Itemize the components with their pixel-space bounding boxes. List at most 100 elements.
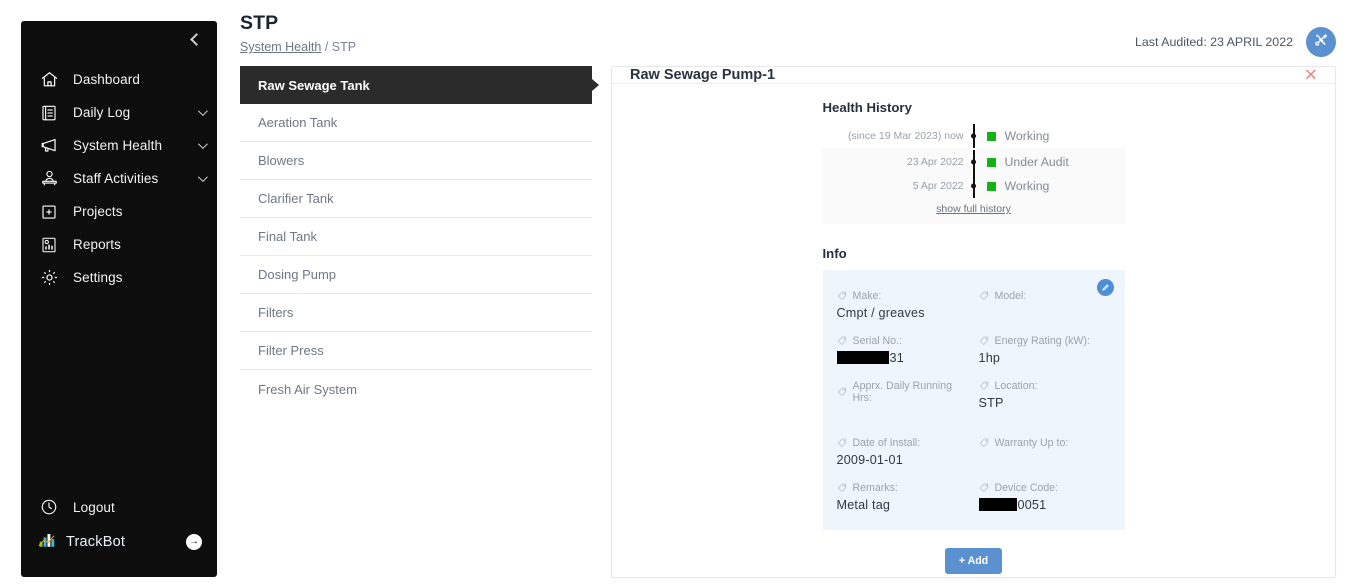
tank-list-item-label: Filter Press [258, 343, 324, 358]
tank-list-item-raw-sewage-tank[interactable]: Raw Sewage Tank [240, 66, 592, 104]
show-full-history-link[interactable]: show full history [823, 198, 1125, 215]
sidebar-footer: Logout TrackBot → [21, 489, 217, 577]
info-field-value [979, 306, 1111, 322]
tank-list-item-filters[interactable]: Filters [240, 294, 592, 332]
info-field-location: Location: STP [979, 380, 1111, 424]
info-field-value-wrap: 0051 [979, 498, 1111, 514]
tank-list-item-final-tank[interactable]: Final Tank [240, 218, 592, 256]
health-history-status: Under Audit [1005, 155, 1069, 169]
tools-button[interactable] [1306, 27, 1336, 57]
edit-info-button[interactable] [1097, 279, 1114, 296]
sidebar-item-staff-activities[interactable]: Staff Activities [21, 162, 217, 195]
info-field-label-row: Location: [979, 380, 1111, 392]
brand-arrow-icon[interactable]: → [186, 534, 202, 550]
info-field-label: Apprx. Daily Running Hrs: [853, 380, 969, 404]
health-history-date: 5 Apr 2022 [823, 180, 973, 192]
tank-list-item-label: Raw Sewage Tank [258, 78, 370, 93]
add-button[interactable]: + Add [945, 548, 1002, 574]
info-field-device-code: Device Code: 0051 [979, 482, 1111, 514]
sidebar-item-system-health[interactable]: System Health [21, 129, 217, 162]
tank-list-item-filter-press[interactable]: Filter Press [240, 332, 592, 370]
health-history-row: (since 19 Mar 2023) now Working [823, 124, 1125, 148]
info-field-value [979, 453, 1111, 469]
info-field-value: 2009-01-01 [837, 453, 969, 469]
health-history-title: Health History [823, 100, 1125, 115]
sidebar-item-label: Settings [73, 270, 123, 285]
report-chart-icon [38, 234, 60, 256]
power-icon [38, 496, 60, 518]
info-field-label-row: Remarks: [837, 482, 969, 494]
tank-list-item-label: Filters [258, 305, 293, 320]
detail-panel: Raw Sewage Pump-1 ✕ Health History (sinc… [611, 66, 1336, 578]
edit-pencil-icon [1101, 279, 1110, 297]
info-field-label: Serial No.: [853, 335, 902, 347]
info-field-label: Date of Install: [853, 437, 921, 449]
tank-list-item-aeration-tank[interactable]: Aeration Tank [240, 104, 592, 142]
info-field-label: Warranty Up to: [995, 437, 1069, 449]
detail-body: Health History (since 19 Mar 2023) now W… [612, 84, 1335, 584]
detail-header: Raw Sewage Pump-1 ✕ [612, 67, 1335, 84]
sidebar-collapse-button[interactable] [21, 21, 217, 57]
info-field-value: 0051 [1018, 498, 1047, 512]
main-area: STP System Health / STP Last Audited: 23… [217, 0, 1358, 584]
info-field-label-row: Date of Install: [837, 437, 969, 449]
info-field-serial-no: Serial No.: 31 [837, 335, 969, 367]
redaction-bar [837, 351, 889, 364]
gear-icon [38, 267, 60, 289]
sidebar-item-label: Reports [73, 237, 121, 252]
info-field-label-row: Energy Rating (kW): [979, 335, 1111, 347]
brand-trackbot[interactable]: TrackBot → [21, 525, 217, 559]
info-field-remarks: Remarks: Metal tag [837, 482, 969, 514]
info-field-label: Make: [853, 290, 882, 302]
info-field-label: Energy Rating (kW): [995, 335, 1090, 347]
last-audited-text: Last Audited: 23 APRIL 2022 [1135, 35, 1293, 49]
sidebar-item-daily-log[interactable]: Daily Log [21, 96, 217, 129]
sidebar-item-dashboard[interactable]: Dashboard [21, 63, 217, 96]
tag-icon [979, 291, 989, 301]
sidebar-item-logout[interactable]: Logout [21, 489, 217, 525]
info-field-label-row: Serial No.: [837, 335, 969, 347]
breadcrumb-link-system-health[interactable]: System Health [240, 40, 321, 54]
plus-square-icon [38, 201, 60, 223]
info-field-label-row: Make: [837, 290, 969, 302]
health-history-date: (since 19 Mar 2023) now [823, 130, 973, 142]
tank-list-item-label: Final Tank [258, 229, 317, 244]
sidebar-item-settings[interactable]: Settings [21, 261, 217, 294]
chevron-down-icon [198, 172, 208, 182]
tank-list-item-label: Blowers [258, 153, 304, 168]
tank-list-item-fresh-air-system[interactable]: Fresh Air System [240, 370, 592, 408]
timeline-marker [973, 150, 975, 174]
info-field-value-wrap: 31 [837, 351, 969, 367]
info-field-date-of-install: Date of Install: 2009-01-01 [837, 437, 969, 469]
health-history-status: Working [1005, 179, 1050, 193]
sidebar: Dashboard Daily Log System Health [21, 21, 217, 577]
status-swatch [987, 182, 996, 191]
tag-icon [837, 336, 847, 346]
breadcrumb-separator: / [325, 40, 328, 54]
info-field-make: Make: Cmpt / greaves [837, 290, 969, 322]
chevron-left-icon [190, 33, 203, 46]
status-swatch [987, 132, 996, 141]
info-field-energy-rating: Energy Rating (kW): 1hp [979, 335, 1111, 367]
sidebar-item-projects[interactable]: Projects [21, 195, 217, 228]
redaction-bar [979, 498, 1017, 511]
sidebar-item-reports[interactable]: Reports [21, 228, 217, 261]
info-card: Make: Cmpt / greaves [823, 270, 1125, 530]
tank-list-item-clarifier-tank[interactable]: Clarifier Tank [240, 180, 592, 218]
info-title: Info [823, 246, 1125, 261]
close-icon[interactable]: ✕ [1304, 67, 1318, 84]
tank-list: Raw Sewage Tank Aeration Tank Blowers Cl… [240, 66, 592, 578]
health-history-row: 23 Apr 2022 Under Audit [823, 150, 1125, 174]
tank-list-item-label: Aeration Tank [258, 115, 337, 130]
tag-icon [979, 381, 989, 391]
brand-label: TrackBot [66, 534, 125, 550]
tank-list-item-blowers[interactable]: Blowers [240, 142, 592, 180]
megaphone-icon [38, 135, 60, 157]
health-history-date: 23 Apr 2022 [823, 156, 973, 168]
sidebar-item-label: Daily Log [73, 105, 130, 120]
tag-icon [837, 291, 847, 301]
timeline-marker [973, 124, 975, 148]
chevron-down-icon [198, 139, 208, 149]
tag-icon [837, 387, 847, 397]
tank-list-item-dosing-pump[interactable]: Dosing Pump [240, 256, 592, 294]
